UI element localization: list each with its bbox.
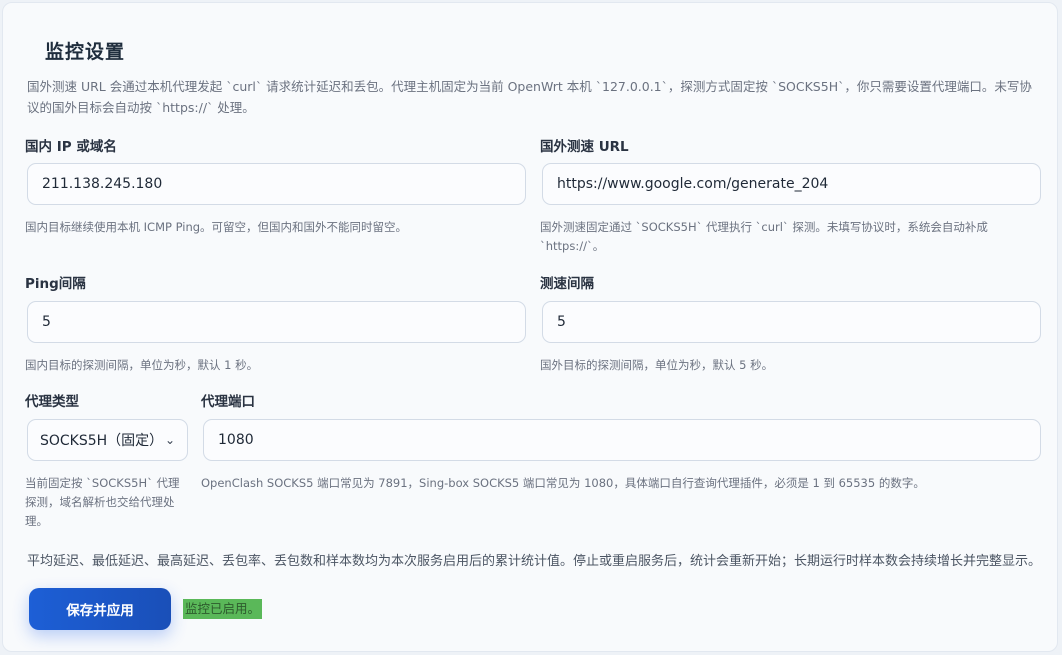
page-title: 监控设置 bbox=[45, 41, 126, 63]
foreign-url-label: 国外测速 URL bbox=[540, 139, 629, 155]
proxy-port-input[interactable] bbox=[203, 419, 1041, 461]
domestic-target-hint: 国内目标继续使用本机 ICMP Ping。可留空，但国内和国外不能同时留空。 bbox=[25, 220, 408, 234]
proxy-port-label: 代理端口 bbox=[201, 394, 255, 410]
speed-interval-input[interactable] bbox=[542, 301, 1041, 343]
chevron-down-icon: ⌄ bbox=[164, 433, 175, 447]
foreign-url-input[interactable] bbox=[542, 163, 1041, 205]
save-and-apply-button[interactable]: 保存并应用 bbox=[29, 588, 171, 630]
speed-interval-hint: 国外目标的探测间隔，单位为秒，默认 5 秒。 bbox=[540, 358, 774, 372]
monitor-settings-card: 监控设置 国外测速 URL 会通过本机代理发起 `curl` 请求统计延迟和丢包… bbox=[2, 2, 1058, 652]
statistics-note: 平均延迟、最低延迟、最高延迟、丢包率、丢包数和样本数均为本次服务启用后的累计统计… bbox=[27, 554, 1042, 569]
proxy-type-value: SOCKS5H（固定） bbox=[40, 433, 164, 449]
ping-interval-label: Ping间隔 bbox=[25, 276, 86, 292]
proxy-type-label: 代理类型 bbox=[25, 394, 79, 410]
speed-interval-label: 测速间隔 bbox=[540, 276, 594, 292]
domestic-target-input[interactable] bbox=[27, 163, 526, 205]
ping-interval-hint: 国内目标的探测间隔，单位为秒，默认 1 秒。 bbox=[25, 358, 259, 372]
proxy-port-hint: OpenClash SOCKS5 端口常见为 7891，Sing-box SOC… bbox=[201, 476, 925, 490]
proxy-type-select[interactable]: SOCKS5H（固定） ⌄ bbox=[27, 419, 188, 461]
foreign-url-hint: 国外测速固定通过 `SOCKS5H` 代理执行 `curl` 探测。未填写协议时… bbox=[540, 220, 988, 253]
ping-interval-input[interactable] bbox=[27, 301, 526, 343]
description-text: 国外测速 URL 会通过本机代理发起 `curl` 请求统计延迟和丢包。代理主机… bbox=[27, 79, 1032, 115]
domestic-target-label: 国内 IP 或域名 bbox=[25, 139, 117, 155]
status-badge: 监控已启用。 bbox=[183, 599, 263, 619]
proxy-type-hint: 当前固定按 `SOCKS5H` 代理探测，域名解析也交给代理处理。 bbox=[25, 476, 180, 528]
